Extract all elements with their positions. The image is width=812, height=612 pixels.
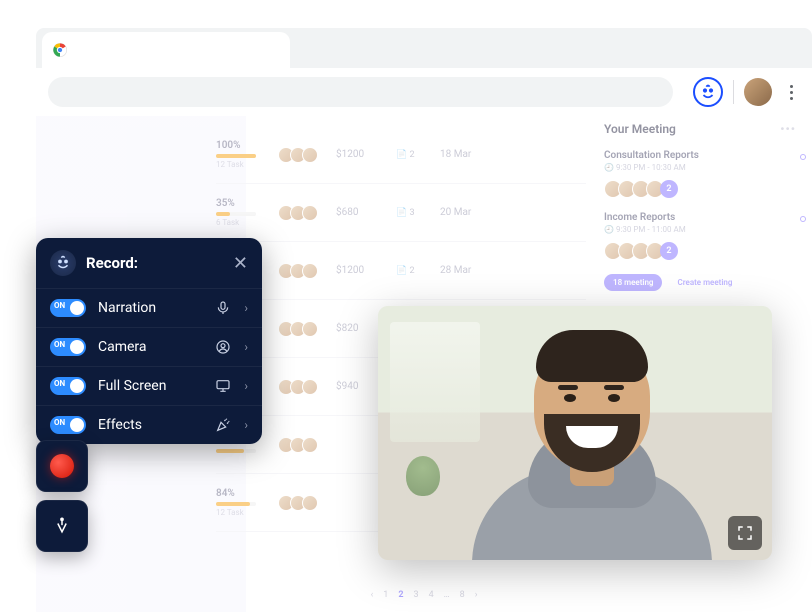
avatar-stack — [278, 205, 318, 221]
toggle-switch[interactable]: ON — [50, 416, 86, 434]
record-option-label: Effects — [98, 417, 202, 433]
chevron-right-icon: › — [244, 301, 248, 315]
page-›[interactable]: › — [475, 590, 478, 600]
monitor-icon — [214, 378, 232, 394]
record-option-label: Camera — [98, 339, 202, 355]
person-illustration — [462, 328, 724, 560]
camera-preview — [378, 306, 772, 560]
meeting-heading: Your Meeting — [604, 122, 676, 136]
browser-tab[interactable] — [42, 32, 290, 68]
chevron-right-icon: › — [244, 340, 248, 354]
meeting-count-button[interactable]: 18 meeting — [604, 274, 662, 291]
record-option-label: Full Screen — [98, 378, 202, 394]
record-panel: Record: ✕ ON Narration › ON Camera › ON … — [36, 238, 262, 444]
avatar-stack — [278, 321, 318, 337]
browser-toolbar — [36, 68, 812, 116]
page-2[interactable]: 2 — [398, 590, 403, 600]
meeting-panel: Your Meeting ••• Consultation Reports 🕘 9… — [604, 122, 796, 291]
chrome-icon — [52, 42, 68, 58]
secondary-control-button[interactable] — [36, 500, 88, 552]
toolbar-divider — [733, 80, 734, 104]
record-dot-icon — [50, 454, 74, 478]
control-column — [36, 440, 88, 552]
chevron-right-icon: › — [244, 418, 248, 432]
extension-icon[interactable] — [693, 77, 723, 107]
page-4[interactable]: 4 — [429, 590, 434, 600]
app-logo-icon — [50, 250, 76, 276]
page-‹[interactable]: ‹ — [371, 590, 374, 600]
pointer-down-icon — [52, 516, 72, 536]
record-option-effects[interactable]: ON Effects › — [36, 405, 262, 444]
address-bar[interactable] — [48, 77, 673, 107]
microphone-icon — [214, 300, 232, 316]
chevron-right-icon: › — [244, 379, 248, 393]
avatar-stack — [278, 495, 318, 511]
progress-cell: 84% 12 Task — [216, 488, 260, 517]
avatar-stack — [278, 379, 318, 395]
confetti-icon — [214, 417, 232, 433]
toggle-switch[interactable]: ON — [50, 377, 86, 395]
user-circle-icon — [214, 339, 232, 355]
close-icon[interactable]: ✕ — [233, 253, 248, 274]
toggle-switch[interactable]: ON — [50, 338, 86, 356]
progress-cell: 35% 6 Task — [216, 198, 260, 227]
browser-menu-icon[interactable] — [782, 85, 800, 100]
pagination: ‹ 12 34 … 8 › — [371, 590, 478, 600]
page-3[interactable]: 3 — [414, 590, 419, 600]
dashboard-row: 35% 6 Task $680 📄 3 20 Mar — [216, 184, 586, 242]
dashboard-row: 100% 12 Task $1200 📄 2 18 Mar — [216, 126, 586, 184]
profile-avatar[interactable] — [744, 78, 772, 106]
avatar-stack — [278, 263, 318, 279]
record-option-narration[interactable]: ON Narration › — [36, 288, 262, 327]
page-1[interactable]: 1 — [383, 590, 388, 600]
record-option-camera[interactable]: ON Camera › — [36, 327, 262, 366]
record-option-full-screen[interactable]: ON Full Screen › — [36, 366, 262, 405]
record-title: Record: — [86, 254, 223, 272]
toggle-switch[interactable]: ON — [50, 299, 86, 317]
progress-cell: 100% 12 Task — [216, 140, 260, 169]
expand-button[interactable] — [728, 516, 762, 550]
meeting-item[interactable]: Consultation Reports 🕘 9:30 PM - 10:30 A… — [604, 150, 796, 198]
create-meeting-button[interactable]: Create meeting — [668, 274, 741, 291]
meeting-item[interactable]: Income Reports 🕘 9:30 PM - 11:00 AM 2 — [604, 212, 796, 260]
page-…[interactable]: … — [444, 590, 450, 600]
expand-icon — [736, 524, 754, 542]
dashboard-row: 68% 10 Task $1200 📄 2 28 Mar — [216, 242, 586, 300]
more-icon[interactable]: ••• — [780, 122, 796, 136]
record-button[interactable] — [36, 440, 88, 492]
page-8[interactable]: 8 — [460, 590, 465, 600]
avatar-stack — [278, 147, 318, 163]
record-option-label: Narration — [98, 300, 202, 316]
browser-tab-strip — [36, 28, 812, 68]
avatar-stack — [278, 437, 318, 453]
